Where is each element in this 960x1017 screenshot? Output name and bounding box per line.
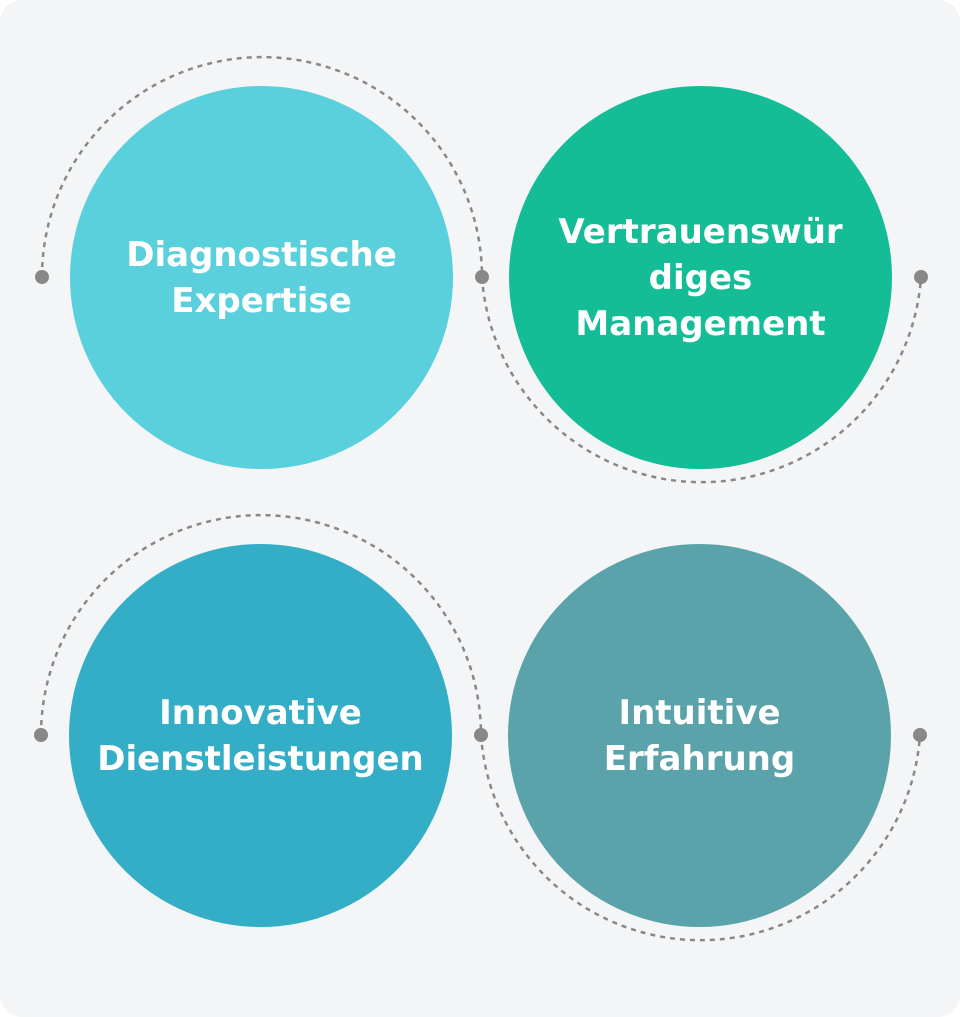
circle-label: Intuitive Erfahrung	[603, 692, 796, 779]
circle-innovative-dienstleistungen: Innovative Dienstleistungen	[69, 544, 452, 927]
connector-dot-bottom-middle	[474, 728, 488, 742]
circle-diagnostische-expertise: Diagnostische Expertise	[70, 86, 453, 469]
connector-dot-top-middle	[475, 270, 489, 284]
circle-label: Innovative Dienstleistungen	[97, 692, 424, 779]
circle-vertrauenswuerdiges-management: Vertrauenswür diges Management	[509, 86, 892, 469]
connector-dot-top-left	[35, 270, 49, 284]
circle-intuitive-erfahrung: Intuitive Erfahrung	[508, 544, 891, 927]
circle-label: Diagnostische Expertise	[126, 234, 397, 321]
diagram-canvas: Diagnostische Expertise Vertrauenswür di…	[0, 0, 960, 1017]
connector-dot-bottom-left	[34, 728, 48, 742]
connector-dot-top-right	[914, 270, 928, 284]
circle-label: Vertrauenswür diges Management	[558, 211, 843, 344]
connector-dot-bottom-right	[913, 728, 927, 742]
